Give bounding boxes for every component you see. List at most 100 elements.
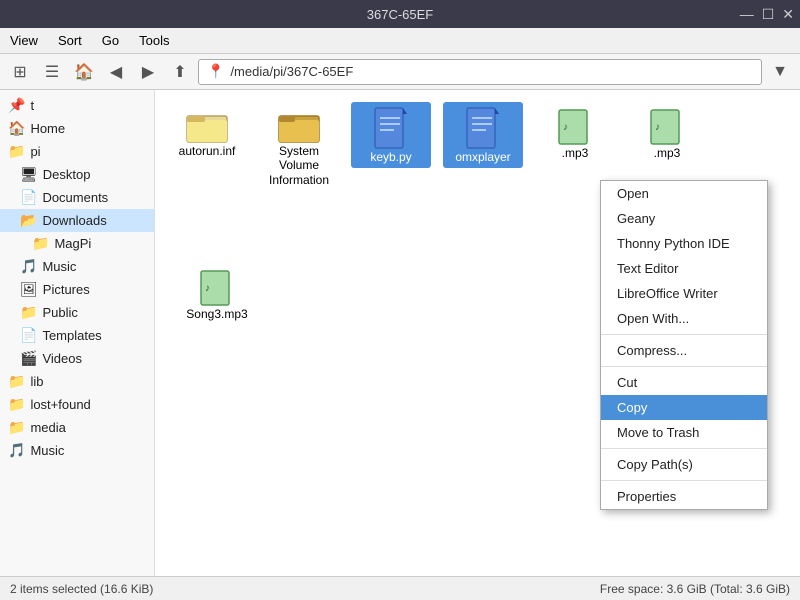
file-mp3-2[interactable]: ♪ .mp3 <box>627 102 707 164</box>
sidebar-item-magpi[interactable]: 📁 MagPi <box>0 232 154 255</box>
music-icon: 🎵 <box>20 258 37 275</box>
ctx-properties[interactable]: Properties <box>601 484 767 509</box>
file-keyb-py-label: keyb.py <box>370 150 411 164</box>
address-bar-text: /media/pi/367C-65EF <box>230 64 353 79</box>
file-mp3-1[interactable]: ♪ .mp3 <box>535 102 615 164</box>
home-button[interactable]: 🏠 <box>70 58 98 86</box>
sidebar-item-videos[interactable]: 🎬 Videos <box>0 347 154 370</box>
icon-list-view[interactable]: ☰ <box>38 58 66 86</box>
close-button[interactable]: ✕ <box>782 6 794 23</box>
file-mp3-1-label: .mp3 <box>562 146 589 160</box>
sidebar-label-downloads: Downloads <box>42 213 106 228</box>
sidebar-label-lostfound: lost+found <box>30 397 90 412</box>
icon-grid-view[interactable]: ⊞ <box>6 58 34 86</box>
ctx-copy-path[interactable]: Copy Path(s) <box>601 452 767 477</box>
menu-view[interactable]: View <box>6 31 42 50</box>
window-controls: — ☐ ✕ <box>740 6 794 23</box>
documents-icon: 📄 <box>20 189 37 206</box>
sidebar-label-desktop: Desktop <box>43 167 91 182</box>
sidebar-item-templates[interactable]: 📄 Templates <box>0 324 154 347</box>
media-icon: 📁 <box>8 419 25 436</box>
file-system-volume[interactable]: System Volume Information <box>259 102 339 191</box>
svg-text:♪: ♪ <box>563 122 568 133</box>
desktop-icon: 🖥 <box>20 166 38 183</box>
sidebar-item-desktop[interactable]: 🖥 Desktop <box>0 163 154 186</box>
status-freespace: Free space: 3.6 GiB (Total: 3.6 GiB) <box>600 582 790 596</box>
main-content: 📌 t 🏠 Home 📁 pi 🖥 Desktop 📄 Documents 📂 … <box>0 90 800 576</box>
sidebar-item-home[interactable]: 🏠 Home <box>0 117 154 140</box>
folder-system-volume-icon <box>277 106 321 144</box>
back-button[interactable]: ◀ <box>102 58 130 86</box>
sidebar-label-pi: pi <box>30 144 40 159</box>
pictures-icon: 🖼 <box>20 281 38 298</box>
sidebar-item-documents[interactable]: 📄 Documents <box>0 186 154 209</box>
lib-icon: 📁 <box>8 373 25 390</box>
file-autorun[interactable]: autorun.inf <box>167 102 247 162</box>
song3-mp3-icon: ♪ <box>197 267 237 307</box>
forward-button[interactable]: ▶ <box>134 58 162 86</box>
sidebar-item-music[interactable]: 🎵 Music <box>0 255 154 278</box>
ctx-sep1 <box>601 334 767 335</box>
sidebar-label-pictures: Pictures <box>43 282 90 297</box>
sidebar-item-t[interactable]: 📌 t <box>0 94 154 117</box>
sidebar-item-lib[interactable]: 📁 lib <box>0 370 154 393</box>
ctx-text-editor[interactable]: Text Editor <box>601 256 767 281</box>
sidebar-item-downloads[interactable]: 📂 Downloads <box>0 209 154 232</box>
ctx-thonny[interactable]: Thonny Python IDE <box>601 231 767 256</box>
ctx-open[interactable]: Open <box>601 181 767 206</box>
ctx-geany[interactable]: Geany <box>601 206 767 231</box>
public-icon: 📁 <box>20 304 37 321</box>
file-system-volume-label: System Volume Information <box>263 144 335 187</box>
file-song3-mp3-label: Song3.mp3 <box>186 307 247 321</box>
ctx-move-to-trash[interactable]: Move to Trash <box>601 420 767 445</box>
dropdown-button[interactable]: ▼ <box>766 58 794 86</box>
maximize-button[interactable]: ☐ <box>762 6 775 23</box>
magpi-icon: 📁 <box>32 235 49 252</box>
minimize-button[interactable]: — <box>740 6 754 23</box>
menu-tools[interactable]: Tools <box>135 31 173 50</box>
templates-icon: 📄 <box>20 327 37 344</box>
address-bar[interactable]: 📍 /media/pi/367C-65EF <box>198 59 762 85</box>
sidebar-label-home: Home <box>30 121 65 136</box>
ctx-copy[interactable]: Copy <box>601 395 767 420</box>
sidebar-item-pi[interactable]: 📁 pi <box>0 140 154 163</box>
file-song3-mp3[interactable]: ♪ Song3.mp3 <box>177 263 257 325</box>
svg-text:♪: ♪ <box>205 283 210 294</box>
sidebar-label-public: Public <box>42 305 77 320</box>
sidebar-label-music2: Music <box>30 443 64 458</box>
sidebar-label-videos: Videos <box>42 351 82 366</box>
sidebar-item-lostfound[interactable]: 📁 lost+found <box>0 393 154 416</box>
lostfound-icon: 📁 <box>8 396 25 413</box>
videos-icon: 🎬 <box>20 350 37 367</box>
file-autorun-label: autorun.inf <box>179 144 236 158</box>
sidebar-label-magpi: MagPi <box>54 236 91 251</box>
ctx-sep3 <box>601 448 767 449</box>
menu-go[interactable]: Go <box>98 31 123 50</box>
file-keyb-py[interactable]: keyb.py <box>351 102 431 168</box>
py-omxplayer-icon <box>464 106 502 150</box>
ctx-compress[interactable]: Compress... <box>601 338 767 363</box>
ctx-sep4 <box>601 480 767 481</box>
status-selected: 2 items selected (16.6 KiB) <box>10 582 153 596</box>
file-omxplayer-label: omxplayer <box>455 150 510 164</box>
sidebar-item-public[interactable]: 📁 Public <box>0 301 154 324</box>
title-bar: 367C-65EF — ☐ ✕ <box>0 0 800 28</box>
inf-file-icon <box>185 106 229 144</box>
mp3-2-icon: ♪ <box>647 106 687 146</box>
ctx-cut[interactable]: Cut <box>601 370 767 395</box>
menu-sort[interactable]: Sort <box>54 31 86 50</box>
ctx-libreoffice[interactable]: LibreOffice Writer <box>601 281 767 306</box>
menu-bar: View Sort Go Tools <box>0 28 800 54</box>
ctx-open-with[interactable]: Open With... <box>601 306 767 331</box>
sidebar-label-lib: lib <box>30 374 43 389</box>
sidebar-item-media[interactable]: 📁 media <box>0 416 154 439</box>
sidebar-item-pictures[interactable]: 🖼 Pictures <box>0 278 154 301</box>
sidebar-item-music2[interactable]: 🎵 Music <box>0 439 154 462</box>
sidebar-label-music: Music <box>42 259 76 274</box>
up-button[interactable]: ⬆ <box>166 58 194 86</box>
file-area: autorun.inf System Volume Information <box>155 90 800 576</box>
file-mp3-2-label: .mp3 <box>654 146 681 160</box>
downloads-icon: 📂 <box>20 212 37 229</box>
file-omxplayer[interactable]: omxplayer <box>443 102 523 168</box>
svg-text:♪: ♪ <box>655 122 660 133</box>
